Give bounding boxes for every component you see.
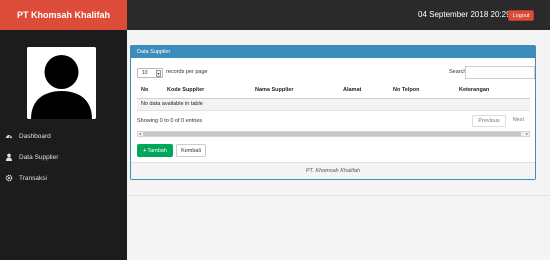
panel-footer: PT. Khomsah Khalifah [131,162,535,179]
plus-icon: + [143,147,147,154]
previous-button[interactable]: Previous [472,115,506,127]
panel-title: Data Supplier [131,46,535,58]
empty-table-message: No data available in table [137,98,530,111]
dashboard-icon [5,132,13,140]
column-header-no-telpon[interactable]: No Telpon [389,83,455,99]
gear-icon [5,174,13,182]
scroll-right-icon[interactable]: ▸ [526,131,528,136]
sidebar-item-transaksi[interactable]: Transaksi [0,169,127,187]
supplier-table: No Kode Supplier Nama Supplier Alamat No… [137,83,530,111]
column-header-no[interactable]: No [137,83,163,99]
sidebar-item-label: Data Supplier [19,153,59,161]
add-supplier-label: Tambah [147,147,167,154]
column-header-kode-supplier[interactable]: Kode Supplier [163,83,251,99]
current-datetime: 04 September 2018 20:29 [418,10,511,19]
records-per-page-value: 10 [142,70,148,76]
scrollbar-grip-icon: ⋮ [329,131,333,136]
brand-title[interactable]: PT Khomsah Khalifah [0,0,127,30]
sidebar-item-dashboard[interactable]: Dashboard [0,127,127,145]
table-header-row: No Kode Supplier Nama Supplier Alamat No… [137,83,530,99]
table-row: No data available in table [137,98,530,111]
table-controls: 10 ▼ records per page Search: [137,66,535,80]
records-per-page-select[interactable]: 10 ▼ [137,68,163,78]
sidebar-item-label: Transaksi [19,174,47,182]
logout-button[interactable]: Logout [508,10,534,21]
chevron-down-icon: ▼ [156,70,161,77]
horizontal-scrollbar[interactable]: ◂ ⋮ ▸ [137,131,530,137]
sidebar: Dashboard Data Supplier Transaksi [0,30,127,260]
search-input[interactable] [465,66,535,79]
user-icon [5,153,13,161]
back-button[interactable]: Kembali [176,144,206,157]
avatar [27,47,96,119]
table-info: Showing 0 to 0 of 0 entries [137,118,203,124]
content-divider [127,195,550,196]
pagination: Previous Next [472,115,529,127]
next-button[interactable]: Next [507,115,529,127]
records-per-page-label: records per page [166,69,208,75]
column-header-keterangan[interactable]: Keterangan [455,83,530,99]
top-navbar: PT Khomsah Khalifah 04 September 2018 20… [0,0,550,30]
sidebar-item-label: Dashboard [19,132,51,140]
column-header-alamat[interactable]: Alamat [339,83,389,99]
user-silhouette-icon [27,47,96,119]
sidebar-item-data-supplier[interactable]: Data Supplier [0,148,127,166]
data-supplier-panel: Data Supplier 10 ▼ records per page Sear… [130,45,536,180]
column-header-nama-supplier[interactable]: Nama Supplier [251,83,339,99]
scroll-left-icon[interactable]: ◂ [139,131,141,136]
add-supplier-button[interactable]: + Tambah [137,144,173,157]
